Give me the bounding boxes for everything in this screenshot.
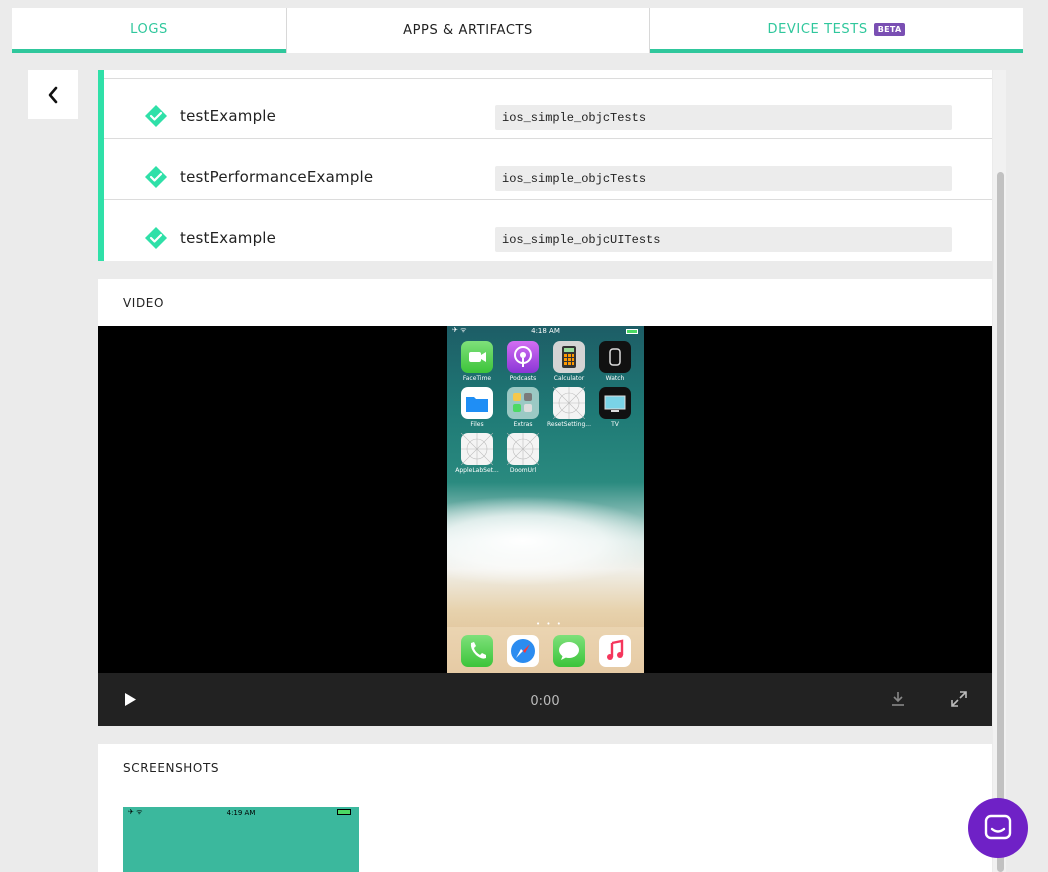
phone-status-bar: ✈ ᯤ 4:18 AM (447, 326, 644, 338)
screenshot-status-time: 4:19 AM (226, 809, 256, 817)
watch-icon (599, 341, 631, 373)
download-icon[interactable] (890, 690, 906, 708)
phone-dock (447, 627, 644, 673)
app-label: TV (611, 421, 619, 428)
blank-app-icon (460, 432, 494, 466)
phone-icon (461, 635, 493, 667)
screenshot-thumbnail[interactable]: ✈ ᯤ 4:19 AM (123, 807, 359, 872)
tab-logs[interactable]: LOGS (12, 8, 286, 53)
app-label: Calculator (553, 375, 585, 382)
podcasts-icon (507, 341, 539, 373)
wave-foam (447, 496, 644, 586)
safari-icon (507, 635, 539, 667)
app-label: DoomUrl (509, 467, 537, 474)
test-row[interactable]: testExample ios_simple_objcTests (104, 78, 992, 139)
screenshot-status-bar: ✈ ᯤ 4:19 AM (123, 807, 359, 819)
facetime-icon (461, 341, 493, 373)
tv-icon (599, 387, 631, 419)
test-results-list: testExample ios_simple_objcTests testPer… (98, 70, 992, 261)
app-label: ResetSetting... (547, 421, 591, 428)
check-diamond-icon (145, 105, 167, 127)
app-label: Watch (605, 375, 625, 382)
app-label: Podcasts (509, 375, 537, 382)
tab-apps-artifacts[interactable]: APPS & ARTIFACTS (286, 8, 650, 53)
battery-icon (626, 329, 638, 334)
screenshots-title: SCREENSHOTS (123, 761, 220, 775)
blank-app-icon (506, 432, 540, 466)
video-controls: 0:00 (98, 673, 992, 726)
check-diamond-icon (145, 227, 167, 249)
video-time: 0:00 (530, 694, 560, 709)
test-suite: ios_simple_objcTests (495, 166, 952, 191)
blank-app-icon (552, 386, 586, 420)
screenshots-card: SCREENSHOTS ✈ ᯤ 4:19 AM (98, 744, 992, 872)
tab-logs-label: LOGS (130, 22, 168, 37)
extras-folder-icon (507, 387, 539, 419)
app-label: AppleLabSet... (455, 467, 499, 474)
video-card: VIDEO ✈ ᯤ 4:18 AM FaceTime Podcasts Calc… (98, 279, 992, 726)
music-icon (599, 635, 631, 667)
calculator-icon (553, 341, 585, 373)
beta-badge: BETA (873, 23, 906, 36)
back-button[interactable] (28, 70, 78, 119)
chevron-left-icon (48, 86, 58, 103)
check-diamond-icon (145, 166, 167, 188)
chat-launcher-button[interactable] (968, 798, 1028, 858)
chat-icon (984, 814, 1012, 840)
tab-apps-label: APPS & ARTIFACTS (403, 23, 533, 38)
test-name: testExample (180, 229, 277, 247)
test-name: testExample (180, 107, 277, 125)
fullscreen-icon[interactable] (950, 690, 968, 708)
app-label: Files (470, 421, 484, 428)
test-row[interactable]: testPerformanceExample ios_simple_objcTe… (104, 139, 992, 200)
app-label: FaceTime (462, 375, 492, 382)
messages-icon (553, 635, 585, 667)
battery-icon (337, 809, 351, 815)
test-row[interactable]: testExample ios_simple_objcUITests (104, 200, 992, 261)
phone-screen-frame: ✈ ᯤ 4:18 AM FaceTime Podcasts Calculator… (447, 326, 644, 673)
test-suite: ios_simple_objcTests (495, 105, 952, 130)
phone-status-time: 4:18 AM (531, 327, 560, 335)
tab-device-tests-label: DEVICE TESTS (767, 22, 868, 37)
video-title: VIDEO (123, 296, 165, 310)
files-icon (461, 387, 493, 419)
test-suite: ios_simple_objcUITests (495, 227, 952, 252)
tab-bar: LOGS APPS & ARTIFACTS DEVICE TESTS BETA (12, 8, 1023, 53)
app-label: Extras (513, 421, 533, 428)
test-name: testPerformanceExample (180, 168, 374, 186)
video-player[interactable]: ✈ ᯤ 4:18 AM FaceTime Podcasts Calculator… (98, 326, 992, 673)
scrollbar-thumb[interactable] (997, 172, 1004, 872)
tab-device-tests[interactable]: DEVICE TESTS BETA (650, 8, 1023, 53)
